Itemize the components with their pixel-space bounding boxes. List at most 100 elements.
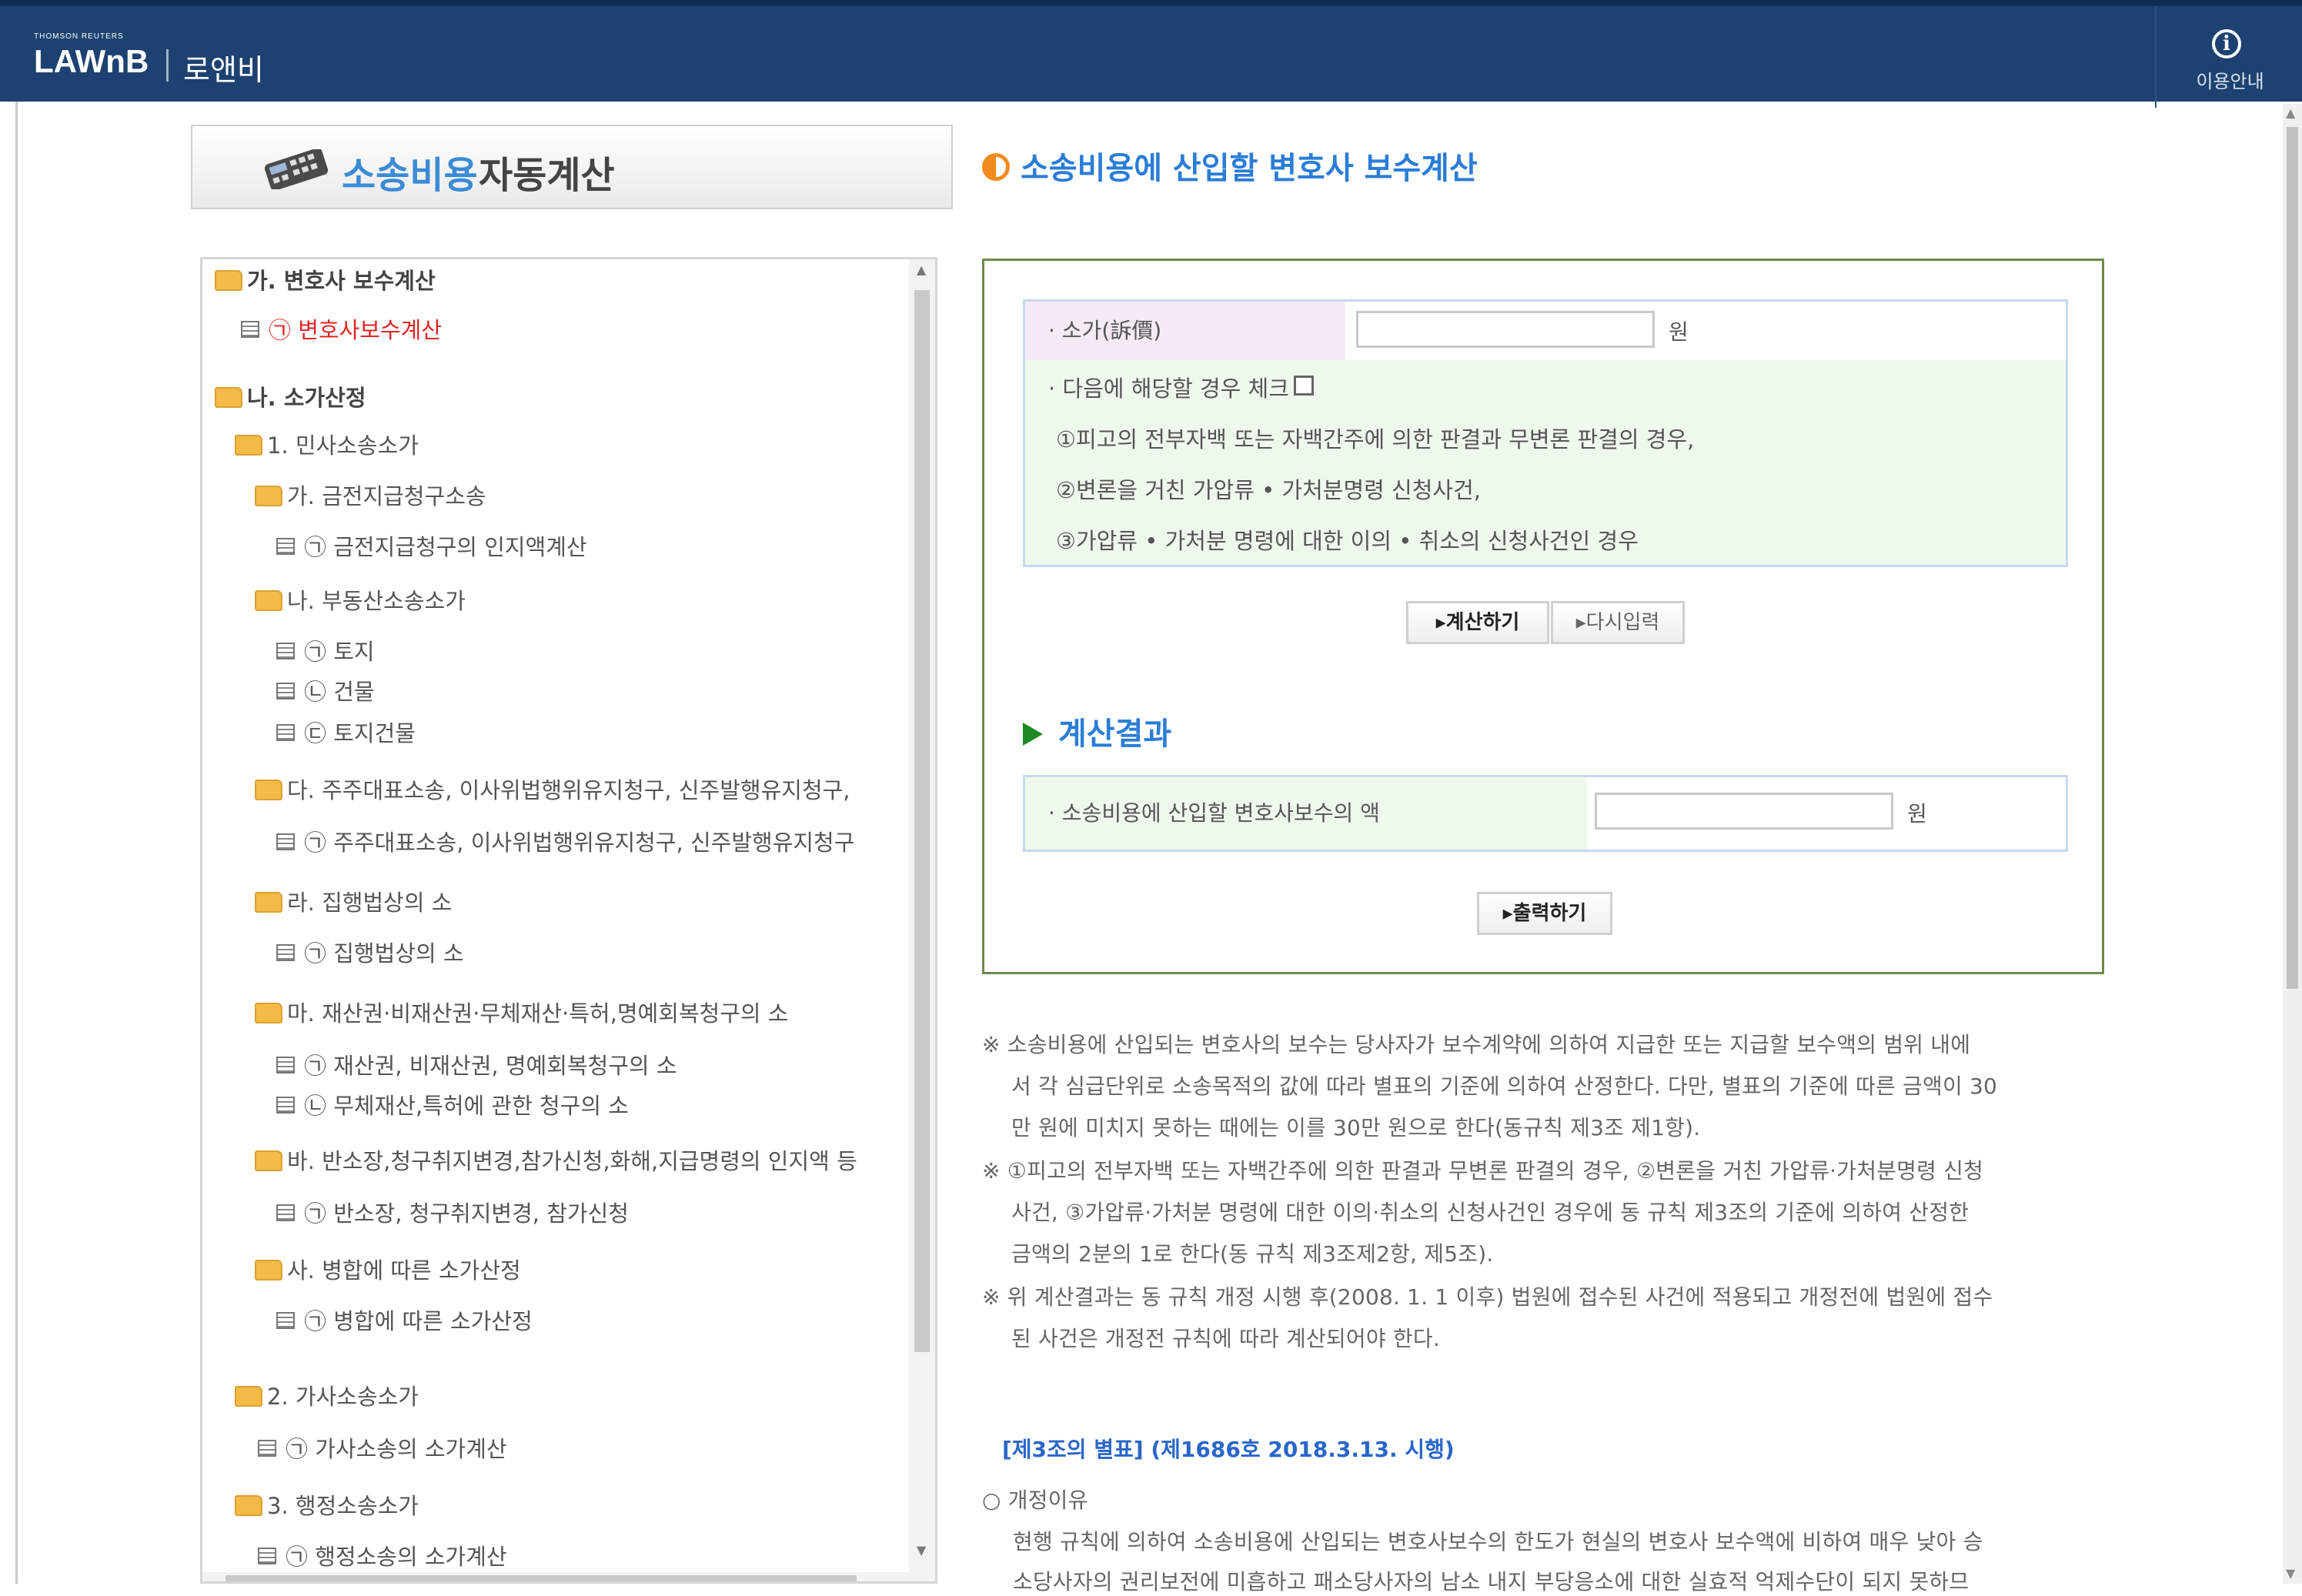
tree-item-property[interactable]: ㉠ 재산권, 비재산권, 명예회복청구의 소 bbox=[276, 1050, 677, 1081]
revision-reason-text: 현행 규칙에 의하여 소송비용에 산입되는 변호사보수의 한도가 현실의 변호사… bbox=[1013, 1529, 1983, 1554]
check-label: · 다음에 해당할 경우 체크 bbox=[1048, 376, 1289, 402]
result-label: · 소송비용에 산입할 변호사보수의 액 bbox=[1025, 777, 1587, 850]
tree-item-land[interactable]: ㉠ 토지 bbox=[276, 636, 375, 667]
tree-item-building[interactable]: ㉡ 건물 bbox=[276, 676, 375, 707]
category-tree: 가. 변호사 보수계산 ㉠ 변호사보수계산 나. 소가산정 1. 민사소송소가 … bbox=[200, 257, 937, 1584]
tree-scroll-up-icon[interactable]: ▲ bbox=[917, 262, 926, 277]
page-scrollbar-thumb[interactable] bbox=[2287, 127, 2298, 989]
tree-item-merger[interactable]: ㉠ 병합에 따른 소가산정 bbox=[276, 1306, 533, 1337]
brand-korean[interactable]: 로앤비 bbox=[183, 46, 264, 88]
document-icon bbox=[276, 724, 295, 741]
folder-icon bbox=[215, 386, 242, 408]
tree-item-counterclaim[interactable]: ㉠ 반소장, 청구취지변경, 참가신청 bbox=[276, 1198, 629, 1229]
tree-folder-family[interactable]: 2. 가사소송소가 bbox=[235, 1381, 419, 1412]
tree-folder-civil[interactable]: 1. 민사소송소가 bbox=[235, 430, 419, 461]
condition-3: ③가압류 • 가처분 명령에 대한 이의 • 취소의 신청사건인 경우 bbox=[1056, 528, 1639, 554]
tree-folder-merger[interactable]: 사. 병합에 따른 소가산정 bbox=[255, 1255, 521, 1286]
check-row: · 다음에 해당할 경우 체크 bbox=[1048, 371, 1314, 403]
document-icon bbox=[276, 1312, 295, 1329]
tree-item-lawyer-fee-calc[interactable]: ㉠ 변호사보수계산 bbox=[241, 315, 442, 346]
note-text: ※ 위 계산결과는 동 규칙 개정 시행 후(2008. 1. 1 이후) 법원… bbox=[982, 1284, 1993, 1310]
tree-item-execution[interactable]: ㉠ 집행법상의 소 bbox=[276, 938, 464, 969]
half-circle-icon bbox=[982, 153, 1010, 181]
tree-horizontal-scrollbar[interactable] bbox=[202, 1572, 909, 1581]
tree-folder-execution[interactable]: 라. 집행법상의 소 bbox=[255, 887, 452, 918]
revision-reason-title: ○ 개정이유 bbox=[982, 1487, 1088, 1513]
brand-tagline: THOMSON REUTERS bbox=[34, 32, 124, 41]
note-text: 서 각 심급단위로 소송목적의 값에 따라 별표의 기준에 의하여 산정한다. … bbox=[1011, 1073, 1998, 1099]
document-icon bbox=[258, 1440, 276, 1457]
soga-unit: 원 bbox=[1669, 319, 1689, 345]
page-title-rest: 자동계산 bbox=[479, 154, 615, 197]
tree-item-shareholder[interactable]: ㉠ 주주대표소송, 이사위법행위유지청구, 신주발행유지청구 bbox=[276, 827, 854, 858]
print-button[interactable]: ▸출력하기 bbox=[1477, 892, 1612, 935]
document-icon bbox=[276, 1204, 295, 1221]
help-label: 이용안내 bbox=[2196, 71, 2264, 92]
triangle-icon bbox=[1023, 723, 1043, 746]
tree-item-land-building[interactable]: ㉢ 토지건물 bbox=[276, 718, 416, 749]
reset-button[interactable]: ▸다시입력 bbox=[1551, 601, 1685, 644]
appendix-link[interactable]: [제3조의 별표] (제1686호 2018.3.13. 시행) bbox=[1002, 1433, 1455, 1464]
document-icon bbox=[258, 1548, 276, 1564]
folder-icon bbox=[255, 891, 282, 913]
result-heading: 계산결과 bbox=[1023, 709, 1171, 753]
page-title-highlight: 소송비용 bbox=[342, 154, 478, 197]
note-text: 된 사건은 개정전 규칙에 따라 계산되어야 한다. bbox=[1011, 1326, 1440, 1351]
brand-logo[interactable]: LAWnB bbox=[34, 43, 149, 80]
folder-icon bbox=[215, 269, 242, 291]
condition-box: · 다음에 해당할 경우 체크 ①피고의 전부자백 또는 자백간주에 의한 판결… bbox=[1025, 360, 2066, 565]
document-icon bbox=[276, 1057, 295, 1073]
document-icon bbox=[276, 643, 295, 659]
tree-folder-shareholder[interactable]: 다. 주주대표소송, 이사위법행위유지청구, 신주발행유지청구, bbox=[255, 775, 850, 806]
result-unit: 원 bbox=[1907, 801, 1927, 826]
tree-item-patent[interactable]: ㉡ 무체재산,특허에 관한 청구의 소 bbox=[276, 1090, 629, 1121]
tree-scrollbar[interactable]: ▲ ▼ bbox=[909, 259, 935, 1581]
tree-scroll-down-icon[interactable]: ▼ bbox=[917, 1543, 926, 1558]
tree-folder-counterclaim[interactable]: 바. 반소장,청구취지변경,참가신청,화해,지급명령의 인지액 등 bbox=[255, 1146, 857, 1177]
top-bar: THOMSON REUTERS LAWnB 로앤비 i 이용안내 bbox=[0, 0, 2302, 108]
folder-icon bbox=[255, 1002, 282, 1023]
document-icon bbox=[276, 538, 295, 555]
document-icon bbox=[276, 944, 295, 961]
calc-heading: 소송비용에 산입할 변호사 보수계산 bbox=[982, 143, 1478, 188]
calculate-button[interactable]: ▸계산하기 bbox=[1406, 601, 1549, 644]
note-text: ※ ①피고의 전부자백 또는 자백간주에 의한 판결과 무변론 판결의 경우, … bbox=[982, 1158, 1984, 1184]
tree-item-family[interactable]: ㉠ 가사소송의 소가계산 bbox=[258, 1434, 507, 1464]
tree-folder-property[interactable]: 마. 재산권·비재산권·무체재산·특허,명예회복청구의 소 bbox=[255, 998, 789, 1029]
tree-folder-money-claim[interactable]: 가. 금전지급청구소송 bbox=[255, 481, 486, 512]
folder-icon bbox=[255, 1150, 282, 1171]
tree-scrollbar-thumb[interactable] bbox=[914, 290, 930, 1352]
calculator-panel: · 소가(訴價) 원 · 다음에 해당할 경우 체크 ①피고의 전부자백 또는 … bbox=[982, 259, 2104, 974]
note-text: 금액의 2분의 1로 한다(동 규칙 제3조제2항, 제5조). bbox=[1011, 1241, 1494, 1267]
scroll-down-arrow-icon[interactable]: ▼ bbox=[2286, 1566, 2295, 1581]
result-output[interactable] bbox=[1595, 793, 1893, 830]
tree-folder-real-estate[interactable]: 나. 부동산소송소가 bbox=[255, 586, 466, 616]
document-icon bbox=[276, 1097, 295, 1114]
condition-2: ②변론을 거친 가압류 • 가처분명령 신청사건, bbox=[1056, 477, 1481, 503]
tree-hscroll-thumb[interactable] bbox=[226, 1575, 857, 1581]
condition-checkbox[interactable] bbox=[1293, 376, 1314, 396]
folder-icon bbox=[255, 589, 282, 611]
document-icon bbox=[276, 833, 295, 850]
page-title-box: 소송비용 자동계산 bbox=[191, 125, 953, 209]
result-table: · 소송비용에 산입할 변호사보수의 액 원 bbox=[1023, 775, 2068, 852]
note-text: 만 원에 미치지 못하는 때에는 이를 30만 원으로 한다(동규칙 제3조 제… bbox=[1011, 1115, 1701, 1140]
folder-icon bbox=[235, 1385, 262, 1407]
tree-item-admin[interactable]: ㉠ 행정소송의 소가계산 bbox=[258, 1541, 507, 1572]
help-button[interactable]: i 이용안내 bbox=[2155, 6, 2302, 108]
tree-folder-soga[interactable]: 나. 소가산정 bbox=[215, 382, 366, 413]
folder-icon bbox=[255, 779, 282, 800]
soga-label: · 소가(訴價) bbox=[1025, 302, 1345, 360]
folder-icon bbox=[255, 485, 282, 506]
input-form: · 소가(訴價) 원 · 다음에 해당할 경우 체크 ①피고의 전부자백 또는 … bbox=[1023, 299, 2068, 567]
tree-folder-lawyer-fee[interactable]: 가. 변호사 보수계산 bbox=[215, 265, 436, 296]
folder-icon bbox=[255, 1259, 282, 1280]
page-scrollbar[interactable]: ▲ ▼ bbox=[2283, 104, 2302, 1584]
document-icon bbox=[276, 683, 295, 700]
revision-reason-text: 소당사자의 권리보전에 미흡하고 패소당사자의 남소 내지 부당응소에 대한 실… bbox=[1013, 1569, 1970, 1594]
scroll-up-arrow-icon[interactable]: ▲ bbox=[2286, 105, 2295, 120]
tree-folder-admin[interactable]: 3. 행정소송소가 bbox=[235, 1491, 419, 1521]
tree-item-money-claim-stamp[interactable]: ㉠ 금전지급청구의 인지액계산 bbox=[276, 532, 587, 563]
soga-input[interactable] bbox=[1356, 311, 1655, 348]
calculator-icon bbox=[264, 149, 329, 189]
